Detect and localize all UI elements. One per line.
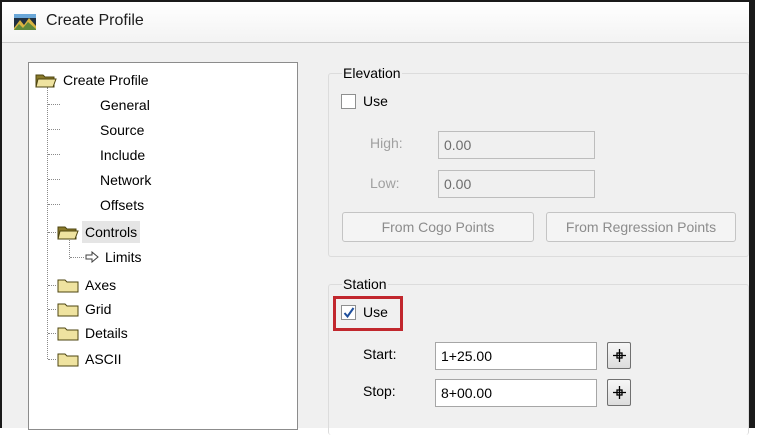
crosshair-icon	[613, 386, 626, 399]
folder-icon	[57, 303, 79, 317]
tree-item-label: ASCII	[85, 351, 122, 367]
tree-connector	[48, 154, 60, 155]
from-cogo-points-button[interactable]: From Cogo Points	[342, 212, 534, 242]
tree-item-label: Grid	[85, 301, 112, 317]
folder-open-icon	[35, 74, 57, 88]
tree-item-label: Axes	[85, 277, 117, 293]
checkmark-icon	[343, 307, 355, 319]
tree-item-network[interactable]: Network	[100, 169, 151, 191]
low-label: Low:	[370, 175, 400, 191]
high-field[interactable]: 0.00	[438, 131, 595, 159]
tree-item-label: Network	[100, 172, 152, 188]
stop-pick-button[interactable]	[607, 379, 631, 406]
tree-connector	[48, 309, 56, 310]
tree-connector	[48, 129, 60, 130]
start-field[interactable]: 1+25.00	[435, 342, 597, 370]
tree-item-label: Create Profile	[63, 72, 149, 88]
tree-item-general[interactable]: General	[100, 94, 150, 116]
station-use-label: Use	[363, 304, 388, 320]
tree-item-label: Controls	[82, 221, 141, 243]
elevation-use-label: Use	[363, 93, 388, 109]
folder-icon	[57, 327, 79, 341]
tree-item-label: Offsets	[100, 197, 145, 213]
low-field[interactable]: 0.00	[438, 170, 595, 198]
crosshair-icon	[613, 349, 626, 362]
elevation-use-checkbox[interactable]	[341, 94, 356, 109]
folder-icon	[57, 353, 79, 367]
tree-item-label: General	[100, 97, 150, 113]
tree-item-offsets[interactable]: Offsets	[100, 194, 144, 216]
start-pick-button[interactable]	[607, 342, 631, 369]
start-label: Start:	[363, 346, 397, 362]
tree-connector	[48, 285, 56, 286]
tree-item-label: Limits	[105, 249, 142, 265]
tree-connector	[48, 232, 56, 233]
stop-label: Stop:	[363, 383, 396, 399]
elevation-group-title: Elevation	[342, 65, 402, 81]
folder-icon	[57, 279, 79, 293]
high-label: High:	[370, 135, 403, 151]
tree-connector	[48, 179, 60, 180]
stop-field[interactable]: 8+00.00	[435, 379, 597, 407]
tree-item-label: Source	[100, 122, 145, 138]
tree-item-include[interactable]: Include	[100, 144, 145, 166]
folder-open-icon	[57, 226, 79, 240]
window-title: Create Profile	[46, 12, 144, 29]
tree-connector	[48, 333, 56, 334]
station-group-title: Station	[342, 276, 388, 292]
title-bar[interactable]: Create Profile	[2, 2, 749, 43]
tree-connector	[47, 87, 48, 359]
tree-item-source[interactable]: Source	[100, 119, 144, 141]
tree-connector	[48, 359, 56, 360]
tree-connector	[69, 237, 70, 259]
tree-connector	[48, 204, 60, 205]
arrow-right-icon	[85, 251, 99, 263]
tree-connector	[48, 104, 60, 105]
navigation-tree[interactable]: Create Profile General Source Include Ne…	[28, 62, 298, 430]
tree-item-label: Details	[85, 325, 128, 341]
dialog-window: Create Profile Create Profile General So…	[0, 0, 755, 435]
from-regression-points-button[interactable]: From Regression Points	[546, 212, 736, 242]
tree-connector	[70, 257, 84, 258]
tree-item-label: Include	[100, 147, 146, 163]
station-use-checkbox[interactable]	[341, 305, 356, 320]
profile-app-icon	[14, 14, 36, 30]
